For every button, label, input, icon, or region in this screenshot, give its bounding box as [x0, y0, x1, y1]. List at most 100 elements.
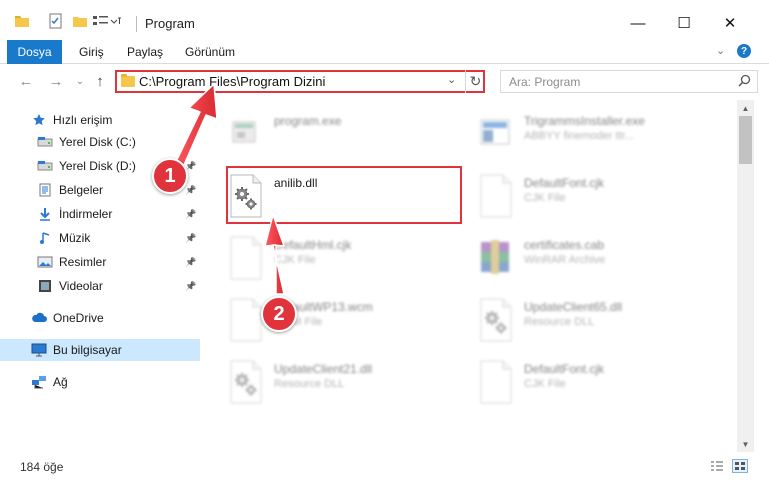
file-name: DefaultFont.cjk [524, 176, 605, 190]
dll-gear-icon [477, 298, 513, 342]
sidebar-item-label: Belgeler [59, 183, 104, 197]
sidebar-item-label: Yerel Disk (D:) [59, 159, 136, 173]
documents-icon [37, 183, 53, 197]
network-icon [31, 375, 47, 389]
back-button[interactable]: ← [16, 71, 36, 91]
scroll-up-icon[interactable]: ▲ [737, 100, 754, 116]
sidebar-item-müzik[interactable]: Müzik 📌 [0, 227, 200, 249]
tab-share[interactable]: Paylaş [127, 45, 163, 59]
recent-locations-button[interactable]: ⌄ [70, 71, 90, 91]
sidebar-item-label: Yerel Disk (C:) [59, 135, 136, 149]
music-icon [37, 231, 53, 245]
sidebar-item-label: Müzik [59, 231, 91, 245]
new-folder-icon[interactable] [72, 12, 88, 30]
callout-badge-1: 1 [152, 158, 188, 194]
archive-icon [477, 236, 513, 280]
pictures-icon [37, 255, 53, 269]
file-item[interactable]: program.exe [212, 106, 462, 162]
sidebar-item-label: Bu bilgisayar [53, 343, 122, 357]
pin-icon[interactable]: 📌 [185, 233, 196, 244]
file-item[interactable]: DefaultFont.cjk CJK File [462, 168, 712, 224]
title-bar: Program — ☐ ✕ [0, 0, 769, 40]
exe-icon [227, 112, 263, 156]
cloud-icon [31, 311, 47, 325]
file-type: CJK File [274, 254, 316, 266]
file-item[interactable]: UpdateClient65.dll Resource DLL [462, 292, 712, 348]
ribbon-expand-icon[interactable]: ⌄ [716, 44, 725, 57]
sidebar-item-bu-bilgisayar[interactable]: Bu bilgisayar [0, 339, 200, 361]
status-bar: 184 öğe [0, 452, 769, 492]
pin-icon[interactable]: 📌 [185, 137, 196, 148]
address-path[interactable]: C:\Program Files\Program Dizini [139, 74, 325, 89]
sidebar-item-videolar[interactable]: Videolar 📌 [0, 275, 200, 297]
properties-icon[interactable] [48, 12, 64, 30]
pin-icon[interactable]: 📌 [185, 257, 196, 268]
videos-icon [37, 279, 53, 293]
file-item[interactable]: certificates.cab WinRAR Archive [462, 230, 712, 286]
dll-gear-icon [227, 360, 263, 404]
folder-icon [121, 74, 135, 87]
address-bar[interactable]: C:\Program Files\Program Dizini ⌄ ↻ [115, 70, 485, 93]
navigation-pane: Hızlı erişim Yerel Disk (C:) 📌 Yerel Disk (… [0, 100, 205, 452]
file-type: CJK File [524, 378, 566, 390]
file-type: CJK File [524, 192, 566, 204]
sidebar-item-label: Hızlı erişim [53, 113, 113, 127]
close-button[interactable]: ✕ [707, 8, 753, 38]
file-name: UpdateClient65.dll [524, 300, 623, 314]
sidebar-item-label: Ağ [53, 375, 68, 389]
sidebar-item-i-ndirmeler[interactable]: İndirmeler 📌 [0, 203, 200, 225]
sidebar-item-label: Videolar [59, 279, 103, 293]
generic-file-icon [477, 174, 513, 218]
sidebar-item-ağ[interactable]: Ağ [0, 371, 200, 393]
search-box[interactable]: Ara: Program [500, 70, 758, 93]
file-item[interactable]: DefaultHml.cjk CJK File [212, 230, 462, 286]
sidebar-item-onedrive[interactable]: OneDrive [0, 307, 200, 329]
file-name: UpdateClient21.dll [274, 362, 373, 376]
pin-icon[interactable]: 📌 [185, 185, 196, 196]
pin-icon[interactable]: 📌 [185, 281, 196, 292]
search-input[interactable]: Ara: Program [509, 75, 580, 89]
minimize-button[interactable]: — [615, 8, 661, 38]
tab-file[interactable]: Dosya [7, 40, 62, 64]
scroll-thumb[interactable] [739, 116, 752, 164]
scroll-down-icon[interactable]: ▼ [737, 436, 754, 452]
refresh-button[interactable]: ↻ [465, 70, 485, 93]
window-title: Program [145, 16, 195, 31]
address-dropdown-icon[interactable]: ⌄ [447, 73, 456, 86]
highlight-box [226, 166, 462, 224]
file-item[interactable]: DefaultWP13.wcm WCM File [212, 292, 462, 348]
drive-icon [37, 159, 53, 173]
file-item[interactable]: DefaultFont.cjk CJK File [462, 354, 712, 410]
file-name: program.exe [274, 114, 342, 128]
up-button[interactable]: ↑ [90, 71, 110, 91]
vertical-scrollbar[interactable]: ▲ ▼ [737, 100, 754, 452]
details-view-icon[interactable] [709, 459, 725, 473]
sidebar-item-label: Resimler [59, 255, 107, 269]
installer-icon [477, 112, 513, 156]
maximize-button[interactable]: ☐ [661, 8, 707, 38]
generic-file-icon [477, 360, 513, 404]
customize-toolbar-icon[interactable] [92, 12, 122, 30]
help-icon[interactable]: ? [737, 44, 751, 58]
computer-icon [31, 343, 47, 357]
file-name: DefaultHml.cjk [274, 238, 352, 252]
tab-home[interactable]: Giriş [79, 45, 104, 59]
generic-file-icon [227, 298, 263, 342]
file-name: DefaultFont.cjk [524, 362, 605, 376]
file-item[interactable]: UpdateClient21.dll Resource DLL [212, 354, 462, 410]
file-item[interactable]: TrigrammsInstaller.exe ABBYY finemoder tt… [462, 106, 712, 162]
sidebar-item-label: OneDrive [53, 311, 104, 325]
tab-view[interactable]: Görünüm [185, 45, 235, 59]
forward-button[interactable]: → [46, 71, 66, 91]
generic-file-icon [227, 236, 263, 280]
sidebar-item-hızlı-erişim[interactable]: Hızlı erişim [0, 109, 200, 131]
star-icon [31, 113, 47, 127]
sidebar-item-label: İndirmeler [59, 207, 113, 221]
sidebar-item-yerel-disk-c[interactable]: Yerel Disk (C:) 📌 [0, 131, 200, 153]
file-type: WinRAR Archive [524, 254, 606, 266]
file-type: Resource DLL [524, 316, 595, 328]
sidebar-item-resimler[interactable]: Resimler 📌 [0, 251, 200, 273]
large-icons-view-icon[interactable] [732, 459, 748, 473]
pin-icon[interactable]: 📌 [185, 209, 196, 220]
title-separator [136, 16, 137, 32]
